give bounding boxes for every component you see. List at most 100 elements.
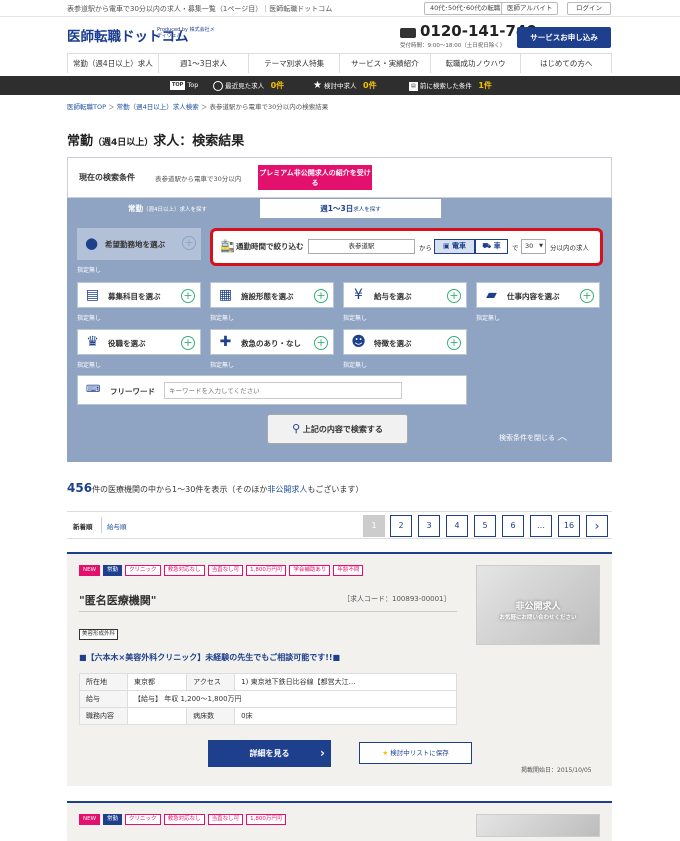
page-3[interactable]: 3 xyxy=(418,515,440,537)
history-top[interactable]: TOP Top xyxy=(170,76,198,95)
emergency-unspecified: 指定無し xyxy=(210,362,235,369)
people-icon: ☻ xyxy=(351,334,366,350)
next-page-icon[interactable]: › xyxy=(586,515,608,537)
salary-card[interactable]: ¥ 給与を選ぶ + xyxy=(343,282,467,308)
current-conditions-value: 表参道駅から電車で30分以内 xyxy=(155,175,242,183)
features-unspecified: 指定無し xyxy=(343,362,368,369)
role-value xyxy=(126,707,188,725)
money-icon: ¥ xyxy=(354,287,363,303)
tab-fulltime[interactable]: 常勤（週4日以上）求人を探す xyxy=(77,199,258,218)
work-label: 仕事内容を選ぶ xyxy=(507,292,560,301)
tag: 当直なし可 xyxy=(207,814,244,825)
tag-new: NEW xyxy=(79,814,101,825)
prev-label: 前に検索した条件 xyxy=(419,82,472,90)
page-5[interactable]: 5 xyxy=(474,515,496,537)
freeword-label: フリーワード xyxy=(110,387,155,396)
job-title[interactable]: "匿名医療機関" xyxy=(79,592,156,608)
photo-title: 非公開求人 xyxy=(515,602,561,612)
recent-label: 最近見た求人 xyxy=(225,82,265,90)
tab-part-tail: 求人を探す xyxy=(353,207,381,213)
tab-part-label: 週1～3日 xyxy=(320,204,354,213)
position-card[interactable]: ♛ 役職を選ぶ + xyxy=(77,329,201,355)
page-title: 常勤（週4日以上）求人：検索結果 xyxy=(67,130,244,149)
plus-icon: + xyxy=(314,336,328,350)
tag: 1,800万円可 xyxy=(246,814,287,825)
department-badge: 美容形成外科 xyxy=(79,629,119,640)
facility-card[interactable]: ▦ 施設形態を選ぶ + xyxy=(210,282,334,308)
detail-button[interactable]: 詳細を見る › xyxy=(208,740,331,767)
nav-item-parttime[interactable]: 週1～3日求人 xyxy=(157,54,249,73)
breadcrumb-home[interactable]: 医師転職TOP xyxy=(67,103,106,111)
logo-subtitle: Produced by 株式会社メディウェル xyxy=(157,27,215,39)
current-conditions-label: 現在の検索条件 xyxy=(79,173,135,182)
page-2[interactable]: 2 xyxy=(390,515,412,537)
access-label: アクセス xyxy=(186,673,236,691)
premium-button[interactable]: プレミアム非公開求人の紹介を受ける xyxy=(258,165,372,190)
sort-salary[interactable]: 給与順 xyxy=(107,521,127,531)
specialty-card[interactable]: ▤ 募集科目を選ぶ + xyxy=(77,282,201,308)
age-career-button[interactable]: 40代･50代･60代の転職 xyxy=(424,2,507,15)
page-6[interactable]: 6 xyxy=(502,515,524,537)
tag: クリニック xyxy=(125,565,161,576)
main-nav: 常勤（週4日以上）求人 週1～3日求人 テーマ別求人特集 サービス・実績紹介 転… xyxy=(67,53,613,73)
page-1[interactable]: 1 xyxy=(363,515,385,537)
tag: 当直なし可 xyxy=(207,565,244,576)
search-icon: ⚲ xyxy=(292,422,301,435)
breadcrumb-list[interactable]: 常勤（週4日以上）求人検索 xyxy=(117,103,199,111)
tag-fulltime: 常勤 xyxy=(103,814,123,825)
nav-item-knowhow[interactable]: 転職成功ノウハウ xyxy=(429,54,521,73)
page-4[interactable]: 4 xyxy=(446,515,468,537)
features-card[interactable]: ☻ 特徴を選ぶ + xyxy=(343,329,467,355)
top-icon: TOP xyxy=(170,80,186,90)
specialty-unspecified: 指定無し xyxy=(77,315,102,322)
part-time-button[interactable]: 医師アルバイト xyxy=(501,2,559,15)
hidden-jobs-link[interactable]: 非公開求人 xyxy=(267,485,307,494)
prev-search[interactable]: ▤ 前に検索した条件 1件 xyxy=(409,76,492,95)
page-16[interactable]: 16 xyxy=(558,515,580,537)
tag: クリニック xyxy=(125,814,161,825)
emergency-card[interactable]: ✚ 救急のあり・なし + xyxy=(210,329,334,355)
nav-item-fulltime[interactable]: 常勤（週4日以上）求人 xyxy=(67,54,158,73)
nav-item-themes[interactable]: テーマ別求人特集 xyxy=(248,54,339,73)
posted-date: 掲載開始日：2015/10/05 xyxy=(521,767,592,774)
sort-newest[interactable]: 新着順 xyxy=(73,521,93,531)
save-label: 検討中リストに保存 xyxy=(390,749,449,757)
doc-icon: ▤ xyxy=(409,81,418,91)
beds-value: 0床 xyxy=(234,707,457,725)
recent-jobs[interactable]: 最近見た求人 0件 xyxy=(213,76,284,95)
watch-jobs[interactable]: ★ 検討中求人 0件 xyxy=(313,76,377,95)
work-card[interactable]: ▰ 仕事内容を選ぶ + xyxy=(476,282,600,308)
breadcrumb-current: 表参道駅から電車で30分以内の検索結果 xyxy=(209,103,329,111)
result-count-text: 件の医療機関の中から1～30件を表示 xyxy=(92,485,228,494)
briefcase-icon: ▰ xyxy=(486,287,497,303)
tab-parttime[interactable]: 週1～3日求人を探す xyxy=(260,199,441,218)
close-conditions-link[interactable]: 検索条件を閉じる ︿ xyxy=(499,428,567,443)
plus-icon: + xyxy=(580,289,594,303)
location-label: 所在地 xyxy=(79,673,128,691)
job-code: ［求人コード：100893-00001］ xyxy=(343,595,451,603)
detail-label: 詳細を見る xyxy=(249,749,290,758)
tab-full-tail: 求人を探す xyxy=(179,207,207,213)
top-bar: 表参道駅から電車で30分以内の求人・募集一覧（1ページ目）｜医師転職ドットコム … xyxy=(0,0,680,17)
plus-icon: + xyxy=(314,289,328,303)
tag: 救急対応なし xyxy=(163,565,205,576)
divider xyxy=(79,611,457,612)
search-button-label: 上記の内容で検索する xyxy=(302,425,383,434)
area-card[interactable]: ● 希望勤務地を選ぶ + xyxy=(77,228,201,260)
search-submit-button[interactable]: ⚲ 上記の内容で検索する xyxy=(267,414,408,444)
access-value: 1) 東京地下鉄日比谷線【都営大江… xyxy=(234,673,457,691)
position-label: 役職を選ぶ xyxy=(108,339,146,348)
salary-row-label: 給与 xyxy=(79,690,128,708)
star-icon: ★ xyxy=(382,749,389,757)
freeword-input[interactable] xyxy=(164,382,402,399)
save-button[interactable]: ★ 検討中リストに保存 xyxy=(359,742,472,764)
watch-count: 0件 xyxy=(363,81,377,90)
login-button[interactable]: ログイン xyxy=(567,2,611,15)
keyboard-icon: ⌨ xyxy=(86,384,101,395)
tag: 年齢不問 xyxy=(333,565,364,576)
nav-item-beginners[interactable]: はじめての方へ xyxy=(520,54,613,73)
nav-item-services[interactable]: サービス・実績紹介 xyxy=(339,54,430,73)
apply-button[interactable]: サービスお申し込み xyxy=(517,27,611,48)
result-count: 456件の医療機関の中から1～30件を表示（そのほか非公開求人もございます） xyxy=(67,481,363,495)
recent-count: 0件 xyxy=(270,81,285,90)
